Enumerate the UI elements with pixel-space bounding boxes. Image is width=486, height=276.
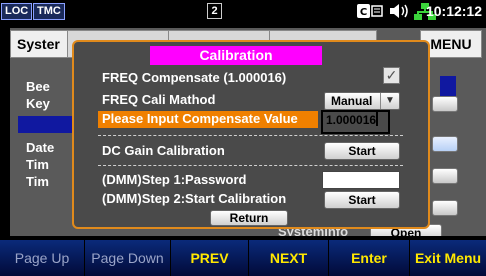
bg-row-time1: Tim: [26, 157, 49, 172]
separator: [98, 165, 403, 166]
freq-cali-method-value: Manual: [331, 94, 373, 108]
return-button[interactable]: Return: [210, 210, 288, 226]
next-key[interactable]: NEXT: [249, 240, 329, 276]
compensate-value-text: 1.000016: [326, 113, 377, 127]
return-label: Return: [229, 211, 269, 225]
dmm-step2-label: (DMM)Step 2:Start Calibration: [102, 191, 287, 206]
dialog-title: Calibration: [150, 46, 322, 65]
clock: 10:12:12: [425, 3, 482, 19]
chevron-down-icon: ▼: [380, 93, 399, 109]
separator: [98, 135, 403, 136]
speaker-icon: [389, 3, 411, 24]
softkey-bar: Page Up Page Down PREV NEXT Enter Exit M…: [0, 240, 486, 276]
freq-compensate-label: FREQ Compensate (1.000016): [102, 70, 287, 85]
dmm-start-button[interactable]: Start: [324, 191, 400, 209]
exit-menu-key[interactable]: Exit Menu: [410, 240, 486, 276]
slot-indicator: 2: [207, 3, 222, 19]
compensate-value-input[interactable]: 1.000016: [321, 110, 390, 134]
dmm-password-input[interactable]: [322, 171, 400, 189]
calibration-dialog: Calibration FREQ Compensate (1.000016) ✓…: [72, 40, 430, 229]
freq-cali-method-label: FREQ Cali Mathod: [102, 92, 216, 107]
bg-button-2[interactable]: [432, 136, 458, 152]
tab-system[interactable]: Syster: [10, 30, 74, 58]
dc-gain-start-label: Start: [348, 144, 376, 158]
bg-row-key: Key: [26, 96, 50, 111]
card-icon: C: [357, 3, 383, 24]
tab-system-label: Syster: [17, 36, 60, 52]
prev-key[interactable]: PREV: [171, 240, 249, 276]
bg-button-1[interactable]: [432, 96, 458, 112]
checkmark-icon: ✓: [385, 67, 398, 83]
bg-row-beep: Bee: [26, 79, 50, 94]
bg-selection-bar: [18, 116, 72, 133]
bg-button-3[interactable]: [432, 168, 458, 184]
compensate-input-label: Please Input Compensate Value: [102, 111, 298, 126]
bg-row-date: Date: [26, 140, 55, 155]
dmm-start-label: Start: [348, 193, 376, 207]
enter-key[interactable]: Enter: [329, 240, 410, 276]
text-cursor: [376, 112, 379, 126]
page-up-key[interactable]: Page Up: [0, 240, 85, 276]
tmc-indicator: TMC: [33, 3, 65, 20]
bg-row-time2: Tim: [26, 174, 49, 189]
loc-indicator: LOC: [1, 3, 33, 20]
svg-text:C: C: [360, 7, 367, 18]
bg-button-4[interactable]: [432, 200, 458, 216]
menu-button-label: MENU: [430, 36, 472, 52]
freq-cali-method-select[interactable]: Manual ▼: [324, 92, 400, 110]
page-down-key[interactable]: Page Down: [85, 240, 171, 276]
status-bar: LOC TMC 2 C 10:12:12: [0, 0, 486, 22]
dc-gain-label: DC Gain Calibration: [102, 143, 225, 158]
dmm-step1-label: (DMM)Step 1:Password: [102, 172, 247, 187]
dc-gain-start-button[interactable]: Start: [324, 142, 400, 160]
freq-compensate-checkbox[interactable]: ✓: [383, 67, 400, 84]
